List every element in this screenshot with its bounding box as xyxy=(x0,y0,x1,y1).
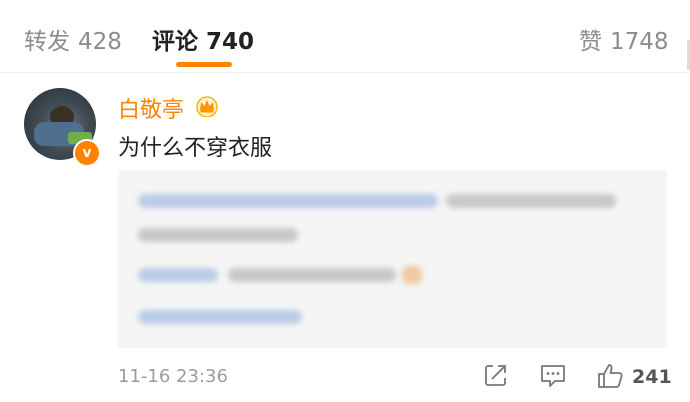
tab-likes[interactable]: 赞 1748 xyxy=(579,22,669,56)
tab-bar: 转发 428 评论 740 赞 1748 xyxy=(0,0,690,73)
blurred-reply-line xyxy=(446,194,616,208)
like-icon[interactable] xyxy=(596,362,624,390)
tab-repost[interactable]: 转发 428 xyxy=(24,22,122,56)
verified-badge-icon: v xyxy=(73,139,101,167)
like-count: 241 xyxy=(632,366,672,388)
blurred-reply-line xyxy=(228,268,396,282)
blurred-reply-line xyxy=(138,194,438,208)
blurred-emoji xyxy=(402,266,422,284)
blurred-reply-line xyxy=(138,268,218,282)
tab-comments-count: 740 xyxy=(206,29,255,55)
blurred-reply-line xyxy=(138,228,298,242)
tab-comments[interactable]: 评论 740 xyxy=(152,22,254,56)
crown-icon xyxy=(196,96,218,117)
tab-comments-label: 评论 xyxy=(152,29,198,55)
tab-likes-count: 1748 xyxy=(610,29,669,55)
comment-username[interactable]: 白敬亭 xyxy=(118,92,184,124)
comment-icon[interactable] xyxy=(539,362,567,388)
active-tab-indicator xyxy=(176,62,232,67)
comment-text: 为什么不穿衣服 xyxy=(118,136,273,161)
share-icon[interactable] xyxy=(483,362,509,388)
tab-repost-label: 转发 xyxy=(24,29,70,55)
tab-likes-label: 赞 xyxy=(579,29,602,55)
reply-preview-box[interactable] xyxy=(118,170,667,348)
comment-timestamp: 11-16 23:36 xyxy=(118,366,228,387)
tab-repost-count: 428 xyxy=(78,29,122,55)
blurred-more-replies-link xyxy=(138,310,302,324)
